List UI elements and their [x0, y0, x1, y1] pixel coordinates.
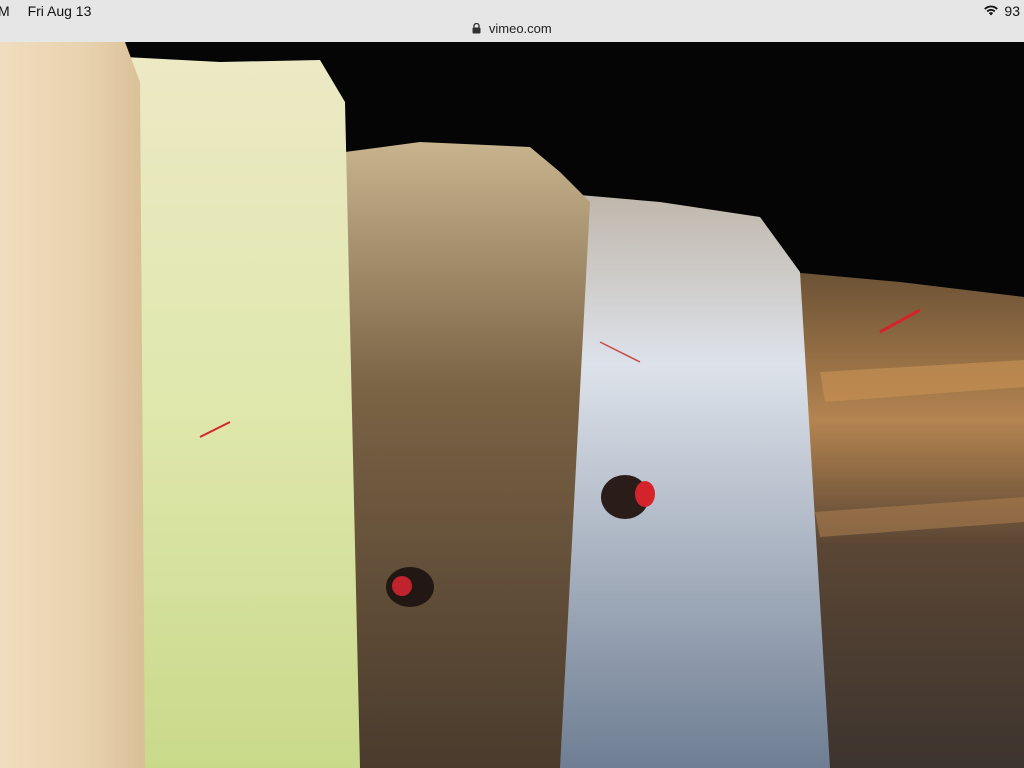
lock-icon: [472, 22, 481, 34]
address-bar[interactable]: vimeo.com: [0, 21, 1024, 36]
battery-percent: 93: [1004, 3, 1020, 19]
url-text: vimeo.com: [488, 21, 552, 36]
status-right: 93: [983, 3, 1020, 19]
video-player[interactable]: [0, 42, 1024, 768]
status-left: M Fri Aug 13: [0, 3, 105, 19]
video-frame-image: [0, 42, 1024, 768]
status-time: M: [0, 3, 10, 19]
wifi-icon: [983, 3, 999, 19]
ios-status-bar: M Fri Aug 13 93 vimeo.com: [0, 0, 1024, 42]
status-date: Fri Aug 13: [27, 3, 92, 19]
